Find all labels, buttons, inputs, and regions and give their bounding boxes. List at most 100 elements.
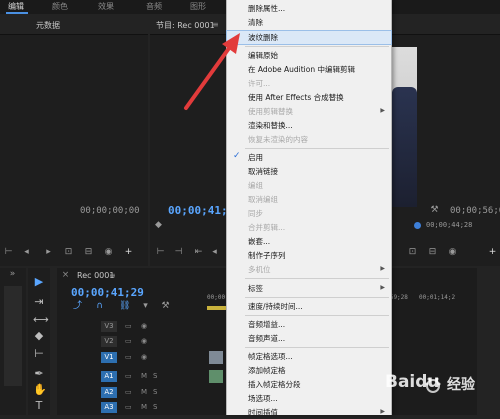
project-panel-edge: » xyxy=(0,268,26,415)
eye-icon[interactable]: ◉ xyxy=(141,322,147,330)
prog-lift-icon[interactable]: ⊡ xyxy=(408,248,417,257)
overwrite-icon[interactable]: ⊟ xyxy=(84,248,93,257)
close-tab-icon[interactable]: × xyxy=(61,271,70,280)
menu-item-label[interactable]: 标签 ▶ xyxy=(227,282,391,295)
insert-icon[interactable]: ⊡ xyxy=(64,248,73,257)
menu-item-enable[interactable]: ✓ 启用 xyxy=(227,151,391,164)
menu-item-frame-hold-options[interactable]: 帧定格选项... xyxy=(227,350,391,363)
menu-item-clear[interactable]: 清除 xyxy=(227,16,391,29)
menu-item-edit-in-audition[interactable]: 在 Adobe Audition 中编辑剪辑 xyxy=(227,63,391,76)
menu-item-field-options[interactable]: 场选项... xyxy=(227,392,391,405)
mark-in-icon[interactable]: ⊢ xyxy=(4,248,13,257)
sync-lock-icon[interactable]: ▭ xyxy=(125,403,132,411)
workspace-tab-graphics[interactable]: 图形 xyxy=(190,1,206,12)
menu-item-edit-original[interactable]: 编辑原始 xyxy=(227,49,391,62)
timeline-menu-icon[interactable]: ≡ xyxy=(109,271,116,280)
solo-button[interactable]: S xyxy=(153,388,157,396)
menu-item-nest[interactable]: 嵌套... xyxy=(227,235,391,248)
snap-icon[interactable]: ∩ xyxy=(95,302,104,311)
menu-item-render-and-replace[interactable]: 渲染和替换... xyxy=(227,119,391,132)
track-label-a2[interactable]: A2 xyxy=(101,387,117,398)
watermark-product: 经验 xyxy=(447,377,475,393)
panel-expand-icon[interactable]: » xyxy=(8,270,17,279)
prog-add-button-icon[interactable]: + xyxy=(488,248,497,257)
menu-item-restore-unrendered: 恢复未渲染的内容 xyxy=(248,135,308,144)
timeline-timecode[interactable]: 00;00;41;29 xyxy=(71,286,144,299)
menu-item-audio-gain[interactable]: 音频增益... xyxy=(227,318,391,331)
playhead-marker[interactable] xyxy=(414,222,421,229)
work-area-bar[interactable] xyxy=(207,306,227,310)
menu-item-synchronize: 同步 xyxy=(248,209,263,218)
linked-selection-icon[interactable]: ⛓ xyxy=(119,302,130,311)
eye-icon[interactable]: ◉ xyxy=(141,337,147,345)
menu-item-remove-attributes[interactable]: 删除属性... xyxy=(227,2,391,15)
annotation-arrow xyxy=(184,33,240,110)
panel-menu-icon[interactable]: ≡ xyxy=(212,20,219,29)
type-tool-icon[interactable]: T xyxy=(33,400,45,412)
wrench-icon[interactable]: ⚒ xyxy=(430,206,439,215)
menu-item-audio-channels[interactable]: 音频声道... xyxy=(227,332,391,345)
hand-tool-icon[interactable]: ✋ xyxy=(33,384,47,396)
ripple-edit-tool-icon[interactable]: ⟷ xyxy=(33,314,49,326)
prog-mark-out-icon[interactable]: ⊣ xyxy=(174,248,183,257)
submenu-arrow-icon: ▶ xyxy=(380,265,385,272)
step-forward-icon[interactable]: ▸ xyxy=(44,248,53,257)
menu-item-ripple-delete[interactable]: 波纹删除 xyxy=(226,30,392,45)
menu-item-replace-with-ae[interactable]: 使用 After Effects 合成替换 xyxy=(227,91,391,104)
menu-item-add-frame-hold[interactable]: 添加帧定格 xyxy=(227,364,391,377)
prog-extract-icon[interactable]: ⊟ xyxy=(428,248,437,257)
context-menu: 删除属性... 清除 波纹删除 编辑原始 在 Adobe Audition 中编… xyxy=(226,0,392,417)
track-label-v1[interactable]: V1 xyxy=(101,352,117,363)
track-label-v3[interactable]: V3 xyxy=(101,321,117,332)
slip-tool-icon[interactable]: ⊢ xyxy=(33,348,45,360)
timeline-settings-icon[interactable]: ⚒ xyxy=(161,302,170,311)
export-frame-icon[interactable]: ◉ xyxy=(104,248,113,257)
prog-step-back-icon[interactable]: ◂ xyxy=(210,248,219,257)
mute-button[interactable]: M xyxy=(141,403,147,411)
audio-clip[interactable] xyxy=(209,370,223,383)
sync-lock-icon[interactable]: ▭ xyxy=(125,353,132,361)
add-button-icon[interactable]: + xyxy=(124,248,133,257)
watermark-brand: Baidu xyxy=(385,372,440,392)
track-select-tool-icon[interactable]: ⇥ xyxy=(33,296,45,308)
step-back-icon[interactable]: ◂ xyxy=(22,248,31,257)
sync-lock-icon[interactable]: ▭ xyxy=(125,388,132,396)
selection-tool-icon[interactable]: ▶ xyxy=(33,276,45,288)
menu-item-insert-frame-hold-segment[interactable]: 插入帧定格分段 xyxy=(227,378,391,391)
workspace-tab-effects[interactable]: 效果 xyxy=(98,1,114,12)
workspace-tab-color[interactable]: 颜色 xyxy=(52,1,68,12)
submenu-arrow-icon: ▶ xyxy=(380,107,385,114)
mute-button[interactable]: M xyxy=(141,388,147,396)
prog-mark-in-icon[interactable]: ⊢ xyxy=(156,248,165,257)
sync-lock-icon[interactable]: ▭ xyxy=(125,372,132,380)
mute-button[interactable]: M xyxy=(141,372,147,380)
menu-item-replace-with-clip: 使用剪辑替换 ▶ xyxy=(248,107,385,116)
sync-lock-icon[interactable]: ▭ xyxy=(125,337,132,345)
eye-icon[interactable]: ◉ xyxy=(141,353,147,361)
razor-tool-icon[interactable]: ◆ xyxy=(33,330,45,342)
scrub-start-icon[interactable]: ◆ xyxy=(154,221,163,230)
prog-export-frame-icon[interactable]: ◉ xyxy=(448,248,457,257)
menu-separator xyxy=(245,315,389,316)
prog-goto-in-icon[interactable]: ⇤ xyxy=(194,248,203,257)
program-duration-timecode: 00;00;56;03 xyxy=(450,206,500,216)
insert-sequence-icon[interactable]: ⤴ xyxy=(73,302,82,311)
track-label-a3[interactable]: A3 xyxy=(101,402,117,413)
solo-button[interactable]: S xyxy=(153,403,157,411)
source-panel-header: 元数据 xyxy=(0,16,148,35)
workspace-tab-edit[interactable]: 编辑 xyxy=(8,1,24,12)
menu-item-license: 许可... xyxy=(248,79,271,88)
menu-item-speed-duration[interactable]: 速度/持续时间... xyxy=(227,300,391,313)
menu-item-time-interpolation[interactable]: 时间插值 ▶ xyxy=(227,406,391,419)
video-clip[interactable] xyxy=(209,351,223,364)
track-label-a1[interactable]: A1 xyxy=(101,371,117,382)
track-label-v2[interactable]: V2 xyxy=(101,336,117,347)
sync-lock-icon[interactable]: ▭ xyxy=(125,322,132,330)
add-marker-icon[interactable]: ▾ xyxy=(141,302,150,311)
metadata-tab[interactable]: 元数据 xyxy=(36,20,60,31)
menu-item-make-subsequence[interactable]: 制作子序列 xyxy=(227,249,391,262)
pen-tool-icon[interactable]: ✒ xyxy=(33,368,45,380)
menu-item-unlink[interactable]: 取消链接 xyxy=(227,165,391,178)
workspace-tab-audio[interactable]: 音频 xyxy=(146,1,162,12)
solo-button[interactable]: S xyxy=(153,372,157,380)
